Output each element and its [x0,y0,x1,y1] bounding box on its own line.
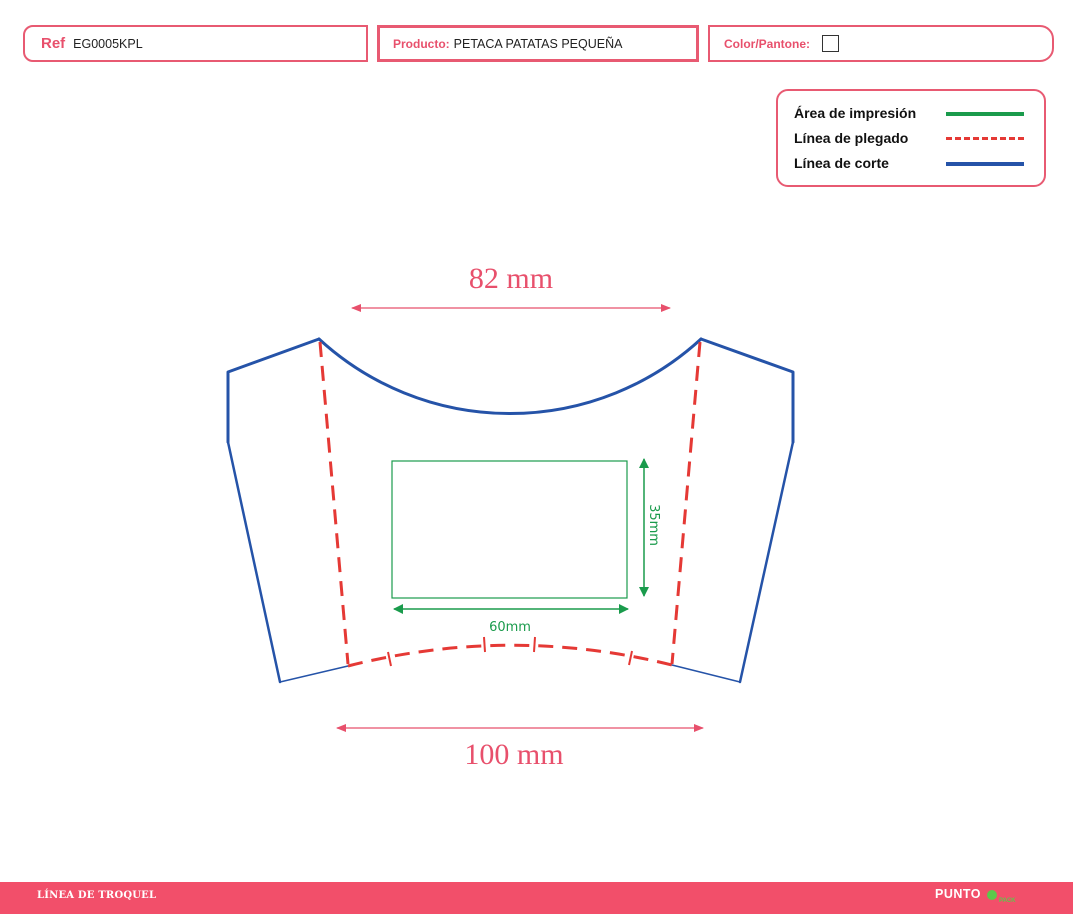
fold-line-right [670,341,702,665]
bottom-dimension-label: 100 mm [464,738,563,771]
cut-line-left-side [226,440,282,684]
brand-logo: PUNTO [935,887,982,901]
fold-tick [533,636,536,653]
fold-line-left [318,341,350,665]
fold-tick [387,651,392,667]
fold-line-bottom-arc [347,643,673,668]
cut-line-right-flap [699,337,795,444]
cut-line-bottom-left [279,665,349,683]
die-line-diagram: 82 mm 60mm 35mm 100 mm [226,262,795,771]
cut-line-left-flap [226,337,321,444]
footer-bar: LÍNEA DE TROQUEL PUNTO PACK [0,882,1073,914]
cut-line-right-side [738,440,795,684]
print-height-label: 35mm [646,504,661,546]
brand-logo-sub: PACK [999,898,1016,904]
fold-tick [483,636,486,653]
cut-line-top-arc [317,337,703,416]
brand-logo-icon [987,890,997,900]
print-area [391,460,628,599]
cut-line-bottom-right [671,664,741,683]
fold-line [318,341,702,668]
footer-title: LÍNEA DE TROQUEL [37,890,157,901]
top-dimension-label: 82 mm [469,262,553,295]
fold-tick [628,650,633,666]
print-width-label: 60mm [489,620,531,635]
